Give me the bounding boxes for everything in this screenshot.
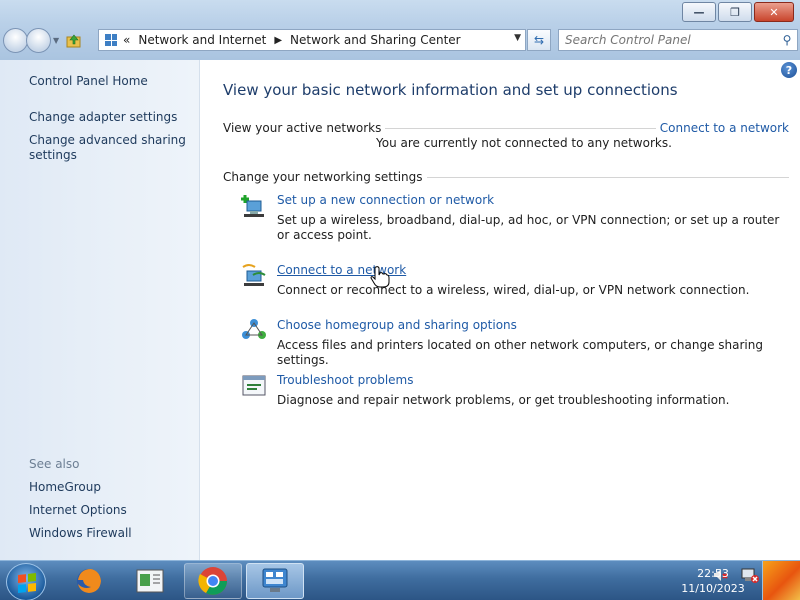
address-dropdown-icon[interactable]: ▼ xyxy=(514,33,521,43)
troubleshoot-icon xyxy=(242,375,266,396)
internet-options-link[interactable]: Internet Options xyxy=(29,503,127,518)
setup-new-connection-link[interactable]: Set up a new connection or network xyxy=(277,193,494,207)
connect-to-network-link[interactable]: Connect to a network xyxy=(655,121,789,135)
control-panel-icon xyxy=(262,568,288,592)
connect-to-network-description: Connect or reconnect to a wireless, wire… xyxy=(277,283,750,297)
close-button[interactable]: ✕ xyxy=(754,2,794,22)
main-content: ? View your basic network information an… xyxy=(201,60,800,560)
troubleshoot-problems-description: Diagnose and repair network problems, or… xyxy=(277,393,730,407)
window-app-icon xyxy=(136,569,164,593)
windows-logo-icon xyxy=(18,573,36,593)
taskbar-control-panel[interactable] xyxy=(246,563,304,599)
connection-status-text: You are currently not connected to any n… xyxy=(376,136,672,150)
taskbar-explorer[interactable] xyxy=(121,563,179,599)
networking-settings-label: Change your networking settings xyxy=(223,170,427,184)
taskbar-clock[interactable]: 22:53 11/10/2023 xyxy=(680,566,746,596)
recent-pages-dropdown[interactable]: ▼ xyxy=(53,36,59,45)
connect-network-icon xyxy=(242,264,266,286)
control-panel-home-link[interactable]: Control Panel Home xyxy=(29,74,148,89)
clock-date: 11/10/2023 xyxy=(681,582,745,595)
breadcrumb-network-and-sharing-center[interactable]: Network and Sharing Center xyxy=(290,33,461,47)
taskbar: 22:53 11/10/2023 xyxy=(0,560,800,600)
page-title: View your basic network information and … xyxy=(223,81,678,99)
forward-button[interactable] xyxy=(26,28,51,53)
search-input[interactable] xyxy=(559,33,777,47)
change-advanced-sharing-link[interactable]: Change advanced sharing settings xyxy=(29,133,189,163)
address-bar[interactable]: « Network and Internet ▶ Network and Sha… xyxy=(98,29,526,51)
connect-to-network-task-link[interactable]: Connect to a network xyxy=(277,263,406,277)
breadcrumb-separator[interactable]: ▶ xyxy=(274,35,282,46)
show-desktop-button[interactable] xyxy=(762,561,800,600)
windows-firewall-link[interactable]: Windows Firewall xyxy=(29,526,132,541)
breadcrumb-network-and-internet[interactable]: Network and Internet xyxy=(138,33,266,47)
help-icon[interactable]: ? xyxy=(781,62,797,78)
search-box[interactable]: ⚲ xyxy=(558,29,798,51)
homegroup-icon xyxy=(242,319,266,339)
back-button[interactable] xyxy=(3,28,28,53)
chrome-icon xyxy=(198,567,227,595)
breadcrumb-overflow[interactable]: « xyxy=(123,33,130,47)
troubleshoot-problems-link[interactable]: Troubleshoot problems xyxy=(277,373,413,387)
minimize-button[interactable]: — xyxy=(682,2,716,22)
window-titlebar: — ❐ ✕ ▼ « Network and Internet ▶ Network… xyxy=(0,0,800,60)
homegroup-link[interactable]: HomeGroup xyxy=(29,480,101,495)
maximize-button[interactable]: ❐ xyxy=(718,2,752,22)
control-panel-icon xyxy=(105,34,117,46)
active-networks-label: View your active networks xyxy=(223,121,386,135)
change-adapter-settings-link[interactable]: Change adapter settings xyxy=(29,110,177,125)
taskbar-firefox[interactable] xyxy=(60,563,118,599)
see-also-heading: See also xyxy=(29,457,80,471)
start-button[interactable] xyxy=(6,563,46,600)
clock-time: 22:53 xyxy=(697,567,729,580)
setup-new-connection-description: Set up a wireless, broadband, dial-up, a… xyxy=(277,213,780,242)
homegroup-sharing-description: Access files and printers located on oth… xyxy=(277,338,763,367)
new-connection-icon xyxy=(241,195,264,217)
navigation-buttons: ▼ xyxy=(3,28,83,53)
up-folder-icon[interactable] xyxy=(65,32,83,50)
firefox-icon xyxy=(77,569,101,593)
left-navigation-pane: Control Panel Home Change adapter settin… xyxy=(0,60,200,560)
search-icon[interactable]: ⚲ xyxy=(777,33,797,47)
refresh-button[interactable]: ⇆ xyxy=(527,29,551,51)
homegroup-sharing-link[interactable]: Choose homegroup and sharing options xyxy=(277,318,517,332)
refresh-icon: ⇆ xyxy=(533,33,545,47)
window-controls: — ❐ ✕ xyxy=(682,2,794,22)
taskbar-chrome[interactable] xyxy=(184,563,242,599)
